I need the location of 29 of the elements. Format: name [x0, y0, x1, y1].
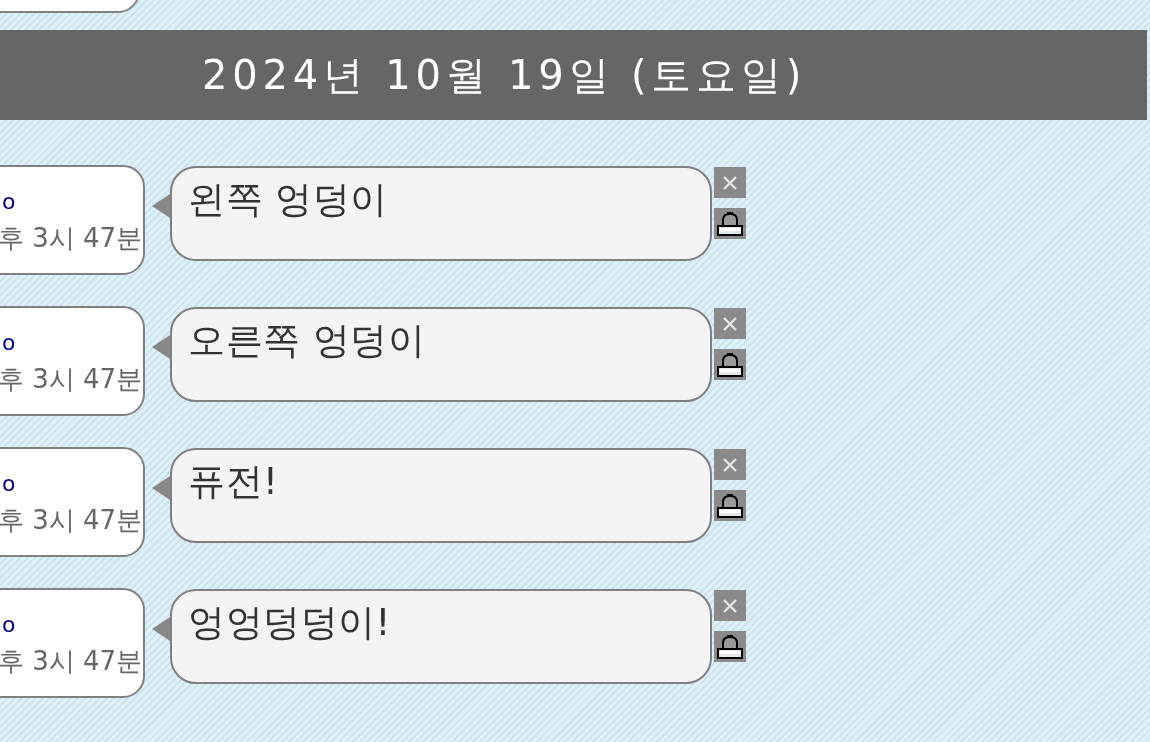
- message-text: 퓨전!: [188, 460, 279, 503]
- close-button[interactable]: [714, 590, 746, 621]
- message-time: 후 3시 47분: [0, 222, 143, 254]
- desk-bell-icon: [716, 492, 744, 519]
- message-text: 엉엉덩덩이!: [188, 601, 391, 644]
- bell-button[interactable]: [714, 349, 746, 380]
- message-text: 오른쪽 엉덩이: [188, 319, 426, 362]
- message-text: 왼쪽 엉덩이: [188, 178, 388, 221]
- close-button[interactable]: [714, 167, 746, 198]
- message-time: 후 3시 47분: [0, 363, 143, 395]
- sender-label: o: [2, 612, 16, 638]
- desk-bell-icon: [716, 633, 744, 660]
- close-icon: [723, 175, 737, 190]
- desk-bell-icon: [716, 351, 744, 378]
- close-icon: [723, 316, 737, 331]
- bell-button[interactable]: [714, 631, 746, 662]
- close-button[interactable]: [714, 449, 746, 480]
- message-time: 후 3시 47분: [0, 645, 143, 677]
- bell-button[interactable]: [714, 490, 746, 521]
- sender-label: o: [2, 189, 16, 215]
- bell-button[interactable]: [714, 208, 746, 239]
- message-time: 후 3시 47분: [0, 504, 143, 536]
- close-button[interactable]: [714, 308, 746, 339]
- date-header: 2024년 10월 19일 (토요일): [0, 30, 1147, 120]
- close-icon: [723, 598, 737, 613]
- close-icon: [723, 457, 737, 472]
- sender-label: o: [2, 471, 16, 497]
- sender-label: o: [2, 330, 16, 356]
- desk-bell-icon: [716, 210, 744, 237]
